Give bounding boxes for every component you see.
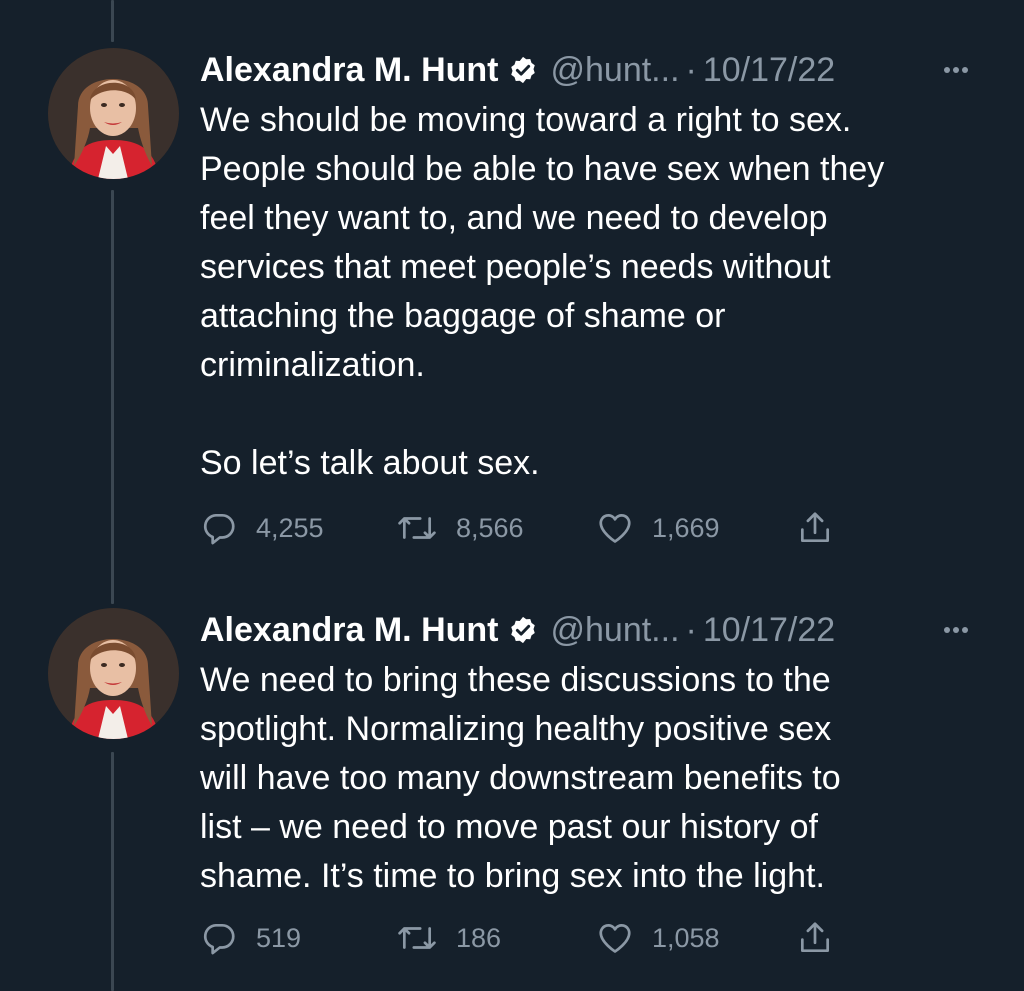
retweet-icon — [398, 927, 436, 949]
retweet-button[interactable]: 8,566 — [396, 506, 524, 550]
share-icon — [800, 512, 830, 543]
separator-dot: · — [685, 50, 697, 89]
author-handle[interactable]: @hunt... — [550, 611, 679, 650]
author-name[interactable]: Alexandra M. Hunt — [200, 611, 498, 650]
reply-icon — [203, 513, 235, 545]
like-button[interactable]: 1,058 — [596, 916, 720, 960]
author-name[interactable]: Alexandra M. Hunt — [200, 51, 498, 90]
reply-icon — [203, 923, 235, 955]
reply-button[interactable]: 4,255 — [200, 506, 324, 550]
avatar-photo — [48, 48, 179, 179]
heart-icon — [599, 924, 631, 953]
thread-connector-bottom — [111, 752, 114, 991]
avatar-photo — [48, 608, 179, 739]
like-count: 1,058 — [652, 922, 720, 953]
more-options-icon[interactable] — [936, 608, 976, 652]
retweet-count: 186 — [456, 922, 502, 953]
avatar[interactable] — [48, 608, 179, 739]
heart-icon — [599, 514, 631, 543]
like-count: 1,669 — [652, 512, 720, 543]
retweet-button[interactable]: 186 — [396, 916, 501, 960]
retweet-count: 8,566 — [456, 512, 524, 543]
tweet-actions: 519 186 1,058 — [200, 916, 900, 960]
tweet-header: Alexandra M. Hunt @hunt... · 10/17/22 — [200, 48, 835, 92]
like-button[interactable]: 1,669 — [596, 506, 720, 550]
separator-dot: · — [685, 610, 697, 649]
thread-connector-top — [111, 0, 114, 42]
author-handle[interactable]: @hunt... — [550, 51, 679, 90]
reply-button[interactable]: 519 — [200, 916, 301, 960]
tweet-header: Alexandra M. Hunt @hunt... · 10/17/22 — [200, 608, 835, 652]
reply-count: 4,255 — [256, 512, 324, 543]
tweet-actions: 4,255 8,566 1,669 — [200, 506, 900, 550]
tweet-text: We should be moving toward a right to se… — [200, 101, 885, 482]
avatar[interactable] — [48, 48, 179, 179]
reply-count: 519 — [256, 922, 302, 953]
verified-badge-icon — [508, 615, 538, 645]
share-button[interactable] — [796, 506, 834, 550]
tweet-date[interactable]: 10/17/22 — [703, 611, 835, 650]
tweet-date[interactable]: 10/17/22 — [703, 51, 835, 90]
share-button[interactable] — [796, 916, 834, 960]
more-options-icon[interactable] — [936, 48, 976, 92]
thread-connector-middle — [111, 190, 114, 604]
verified-badge-icon — [508, 55, 538, 85]
tweet-text: We need to bring these discussions to th… — [200, 661, 841, 895]
share-icon — [800, 922, 830, 953]
retweet-icon — [398, 517, 436, 539]
